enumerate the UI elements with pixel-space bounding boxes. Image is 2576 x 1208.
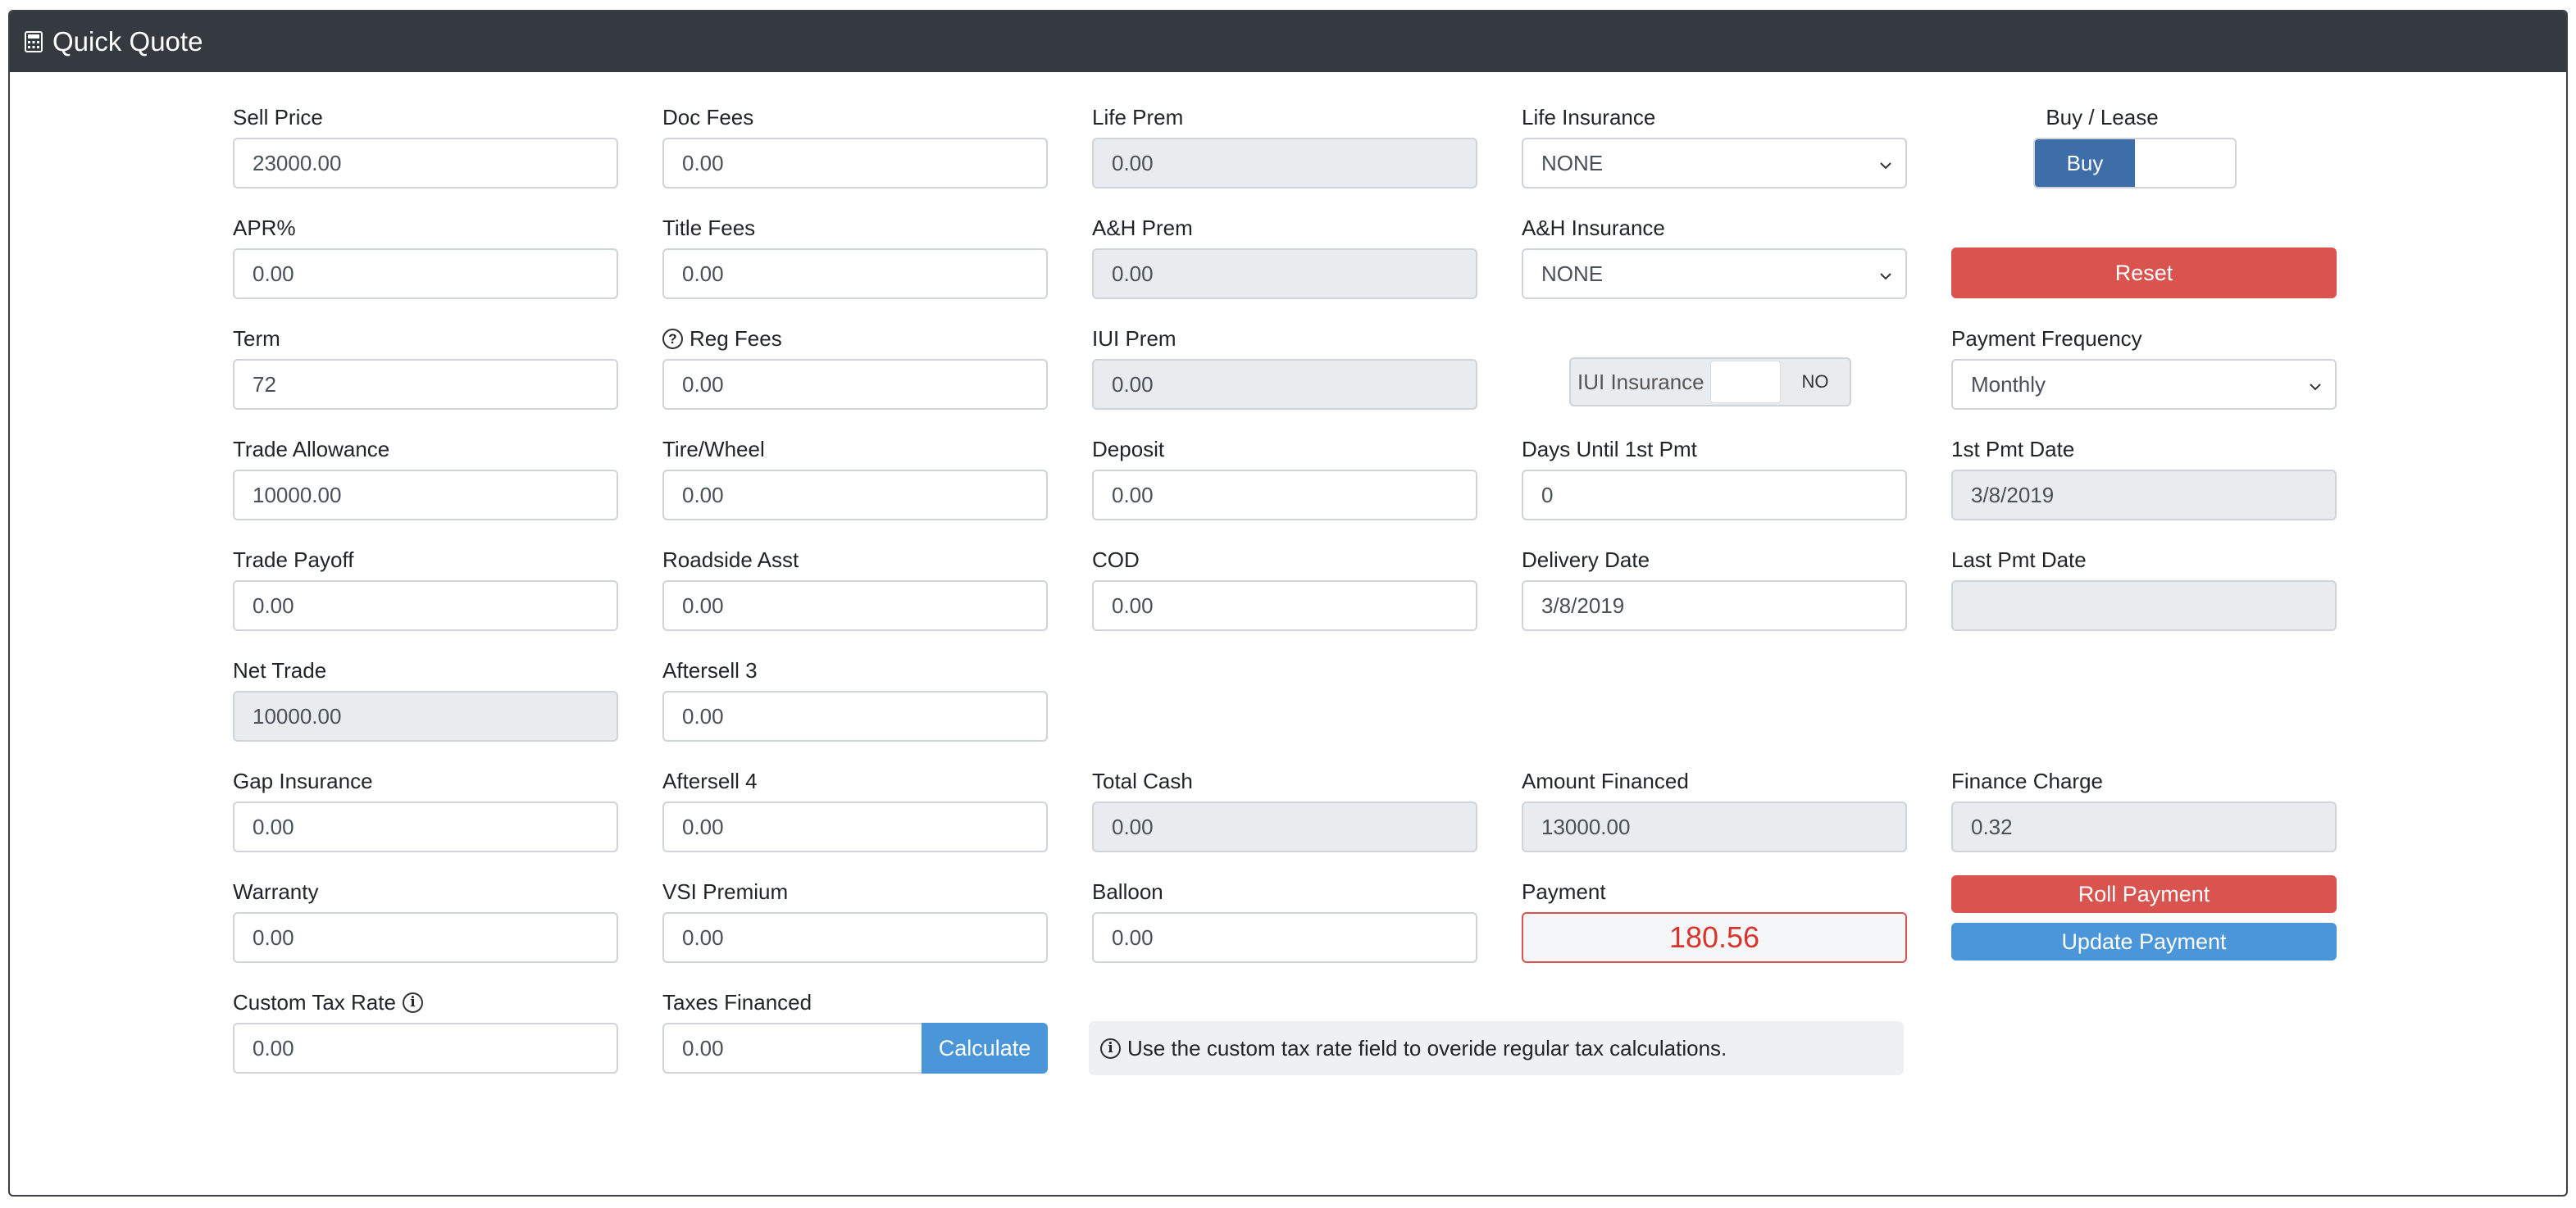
custom-tax-rate-label-row: Custom Tax Rate i (233, 990, 423, 1015)
chevron-down-icon (2307, 375, 2323, 392)
life-insurance-select[interactable]: NONE (1522, 138, 1907, 188)
first-pmt-date-input: 3/8/2019 (1951, 470, 2337, 520)
tax-info-note: i Use the custom tax rate field to overi… (1089, 1021, 1904, 1075)
amount-financed-input: 13000.00 (1522, 802, 1907, 852)
doc-fees-label: Doc Fees (662, 105, 754, 129)
chevron-down-icon (1877, 265, 1894, 281)
sell-price-input[interactable]: 23000.00 (233, 138, 618, 188)
roadside-label: Roadside Asst (662, 547, 799, 572)
taxes-financed-input[interactable]: 0.00 (662, 1023, 923, 1074)
ah-prem-label: A&H Prem (1092, 216, 1193, 240)
net-trade-label: Net Trade (233, 658, 327, 683)
trade-allowance-label: Trade Allowance (233, 437, 390, 461)
finance-charge-label: Finance Charge (1951, 769, 2103, 793)
custom-tax-rate-label: Custom Tax Rate (233, 990, 396, 1015)
roadside-input[interactable]: 0.00 (662, 580, 1048, 631)
balloon-label: Balloon (1092, 879, 1163, 904)
cod-label: COD (1092, 547, 1140, 572)
vsi-premium-label: VSI Premium (662, 879, 789, 904)
buy-lease-label: Buy / Lease (2046, 105, 2159, 129)
payment-frequency-value: Monthly (1971, 371, 2046, 397)
net-trade-input: 10000.00 (233, 691, 618, 742)
warranty-input[interactable]: 0.00 (233, 912, 618, 963)
payment-output: 180.56 (1522, 912, 1907, 963)
deposit-label: Deposit (1092, 437, 1165, 461)
tire-wheel-input[interactable]: 0.00 (662, 470, 1048, 520)
doc-fees-input[interactable]: 0.00 (662, 138, 1048, 188)
last-pmt-date-label: Last Pmt Date (1951, 547, 2087, 572)
toggle-state: NO (1801, 371, 1829, 392)
finance-charge-input: 0.32 (1951, 802, 2337, 852)
term-input[interactable]: 72 (233, 359, 618, 410)
sell-price-label: Sell Price (233, 105, 323, 129)
vsi-premium-input[interactable]: 0.00 (662, 912, 1048, 963)
delivery-date-label: Delivery Date (1522, 547, 1650, 572)
cod-input[interactable]: 0.00 (1092, 580, 1477, 631)
total-cash-label: Total Cash (1092, 769, 1193, 793)
life-insurance-label: Life Insurance (1522, 105, 1656, 129)
apr-label: APR% (233, 216, 296, 240)
warranty-label: Warranty (233, 879, 319, 904)
tire-wheel-label: Tire/Wheel (662, 437, 765, 461)
question-icon[interactable]: ? (662, 329, 683, 349)
info-icon: i (1100, 1038, 1121, 1059)
update-payment-button[interactable]: Update Payment (1951, 923, 2337, 960)
custom-tax-rate-input[interactable]: 0.00 (233, 1023, 618, 1074)
term-label: Term (233, 326, 280, 351)
trade-allowance-input[interactable]: 10000.00 (233, 470, 618, 520)
tax-info-text: Use the custom tax rate field to overide… (1127, 1035, 1727, 1060)
days-until-pmt-input[interactable]: 0 (1522, 470, 1907, 520)
calculator-icon (25, 31, 43, 52)
reset-button[interactable]: Reset (1951, 248, 2337, 298)
aftersell3-label: Aftersell 3 (662, 658, 758, 683)
ah-insurance-label: A&H Insurance (1522, 216, 1665, 240)
life-prem-label: Life Prem (1092, 105, 1184, 129)
deposit-input[interactable]: 0.00 (1092, 470, 1477, 520)
trade-payoff-label: Trade Payoff (233, 547, 354, 572)
life-prem-input: 0.00 (1092, 138, 1477, 188)
total-cash-input: 0.00 (1092, 802, 1477, 852)
chevron-down-icon (1877, 154, 1894, 170)
balloon-input[interactable]: 0.00 (1092, 912, 1477, 963)
iui-insurance-label: IUI Insurance (1577, 369, 1704, 394)
reg-fees-label: Reg Fees (690, 326, 782, 351)
taxes-financed-label: Taxes Financed (662, 990, 812, 1015)
ah-insurance-value: NONE (1541, 261, 1604, 286)
title-fees-input[interactable]: 0.00 (662, 248, 1048, 299)
buy-option[interactable]: Buy (2035, 139, 2135, 187)
payment-frequency-select[interactable]: Monthly (1951, 359, 2337, 410)
reg-fees-input[interactable]: 0.00 (662, 359, 1048, 410)
payment-label: Payment (1522, 879, 1606, 904)
life-insurance-value: NONE (1541, 150, 1604, 175)
iui-insurance-toggle[interactable]: IUI Insurance NO (1569, 357, 1851, 406)
first-pmt-date-label: 1st Pmt Date (1951, 437, 2075, 461)
ah-insurance-select[interactable]: NONE (1522, 248, 1907, 299)
lease-option[interactable] (2135, 139, 2235, 187)
page-title: Quick Quote (52, 26, 203, 57)
toggle-switch[interactable] (1710, 361, 1781, 403)
gap-insurance-input[interactable]: 0.00 (233, 802, 618, 852)
panel-header: Quick Quote (10, 11, 2566, 72)
calculate-button[interactable]: Calculate (922, 1023, 1048, 1074)
apr-input[interactable]: 0.00 (233, 248, 618, 299)
aftersell3-input[interactable]: 0.00 (662, 691, 1048, 742)
last-pmt-date-input (1951, 580, 2337, 631)
roll-payment-button[interactable]: Roll Payment (1951, 875, 2337, 913)
iui-prem-label: IUI Prem (1092, 326, 1176, 351)
iui-prem-input: 0.00 (1092, 359, 1477, 410)
payment-frequency-label: Payment Frequency (1951, 326, 2142, 351)
buy-lease-toggle[interactable]: Buy (2033, 138, 2237, 188)
trade-payoff-input[interactable]: 0.00 (233, 580, 618, 631)
ah-prem-input: 0.00 (1092, 248, 1477, 299)
delivery-date-input[interactable]: 3/8/2019 (1522, 580, 1907, 631)
info-icon[interactable]: i (402, 992, 423, 1013)
title-fees-label: Title Fees (662, 216, 756, 240)
reg-fees-label-row: ? Reg Fees (662, 326, 782, 352)
gap-insurance-label: Gap Insurance (233, 769, 373, 793)
aftersell4-label: Aftersell 4 (662, 769, 758, 793)
aftersell4-input[interactable]: 0.00 (662, 802, 1048, 852)
amount-financed-label: Amount Financed (1522, 769, 1689, 793)
days-until-pmt-label: Days Until 1st Pmt (1522, 437, 1697, 461)
